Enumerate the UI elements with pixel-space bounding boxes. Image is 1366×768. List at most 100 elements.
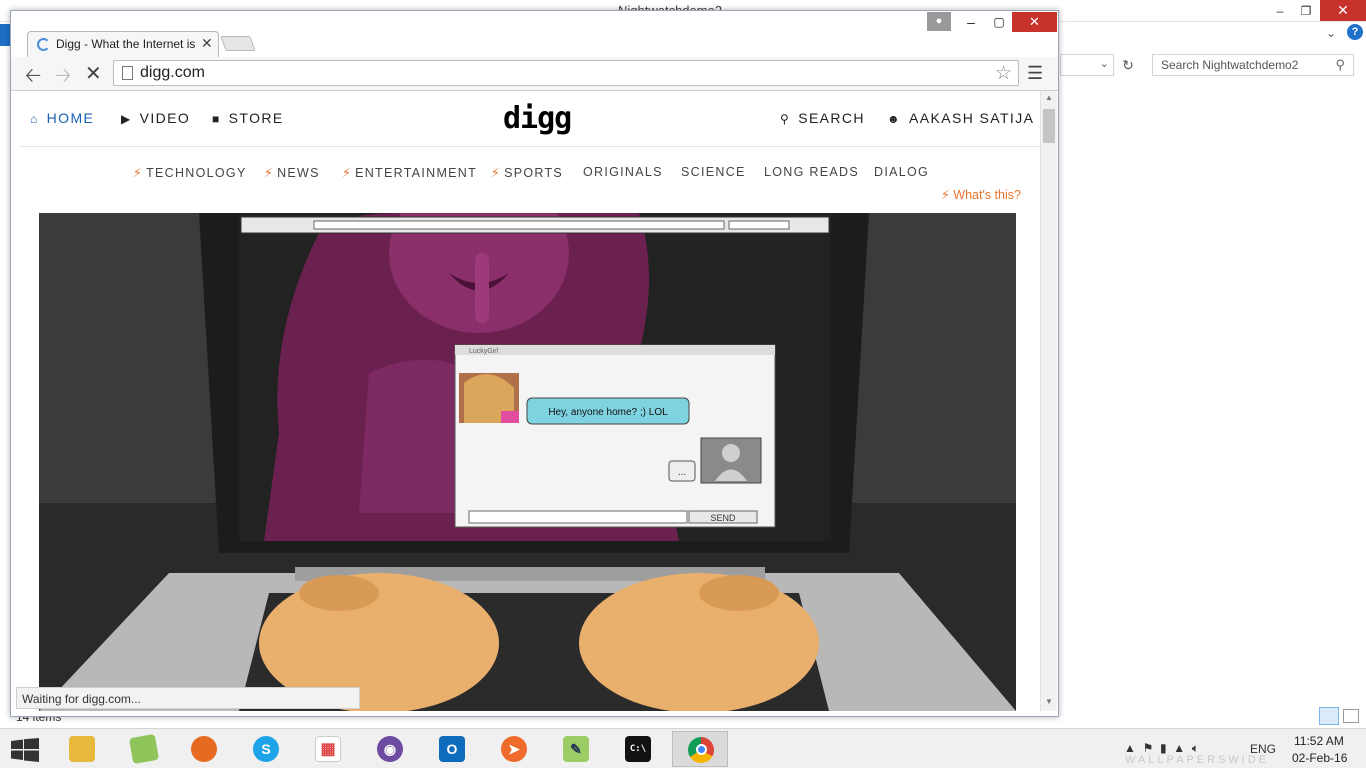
clock-time[interactable]: 11:52 AM: [1294, 734, 1344, 748]
forward-arrow-icon[interactable]: 🡢: [55, 61, 71, 95]
windows-start-icon[interactable]: [10, 738, 40, 762]
category-label: TECHNOLOGY: [146, 166, 247, 180]
network-icon[interactable]: ▲: [1173, 741, 1185, 755]
nav-user-link[interactable]: ☻ AAKASH SATIJA: [887, 110, 1034, 126]
taskbar-skype[interactable]: S: [238, 731, 294, 767]
category-news[interactable]: ⚡︎ NEWS: [264, 165, 320, 180]
profile-icon[interactable]: ●: [927, 12, 951, 31]
send-button-text: SEND: [710, 513, 736, 523]
maximize-button[interactable]: ▢: [987, 12, 1011, 32]
category-label: NEWS: [277, 166, 320, 180]
explorer-search-placeholder: Search Nightwatchdemo2: [1161, 58, 1299, 72]
notepad-icon: ✎: [563, 736, 589, 762]
chevron-down-icon[interactable]: ⌄: [1326, 26, 1336, 40]
help-icon[interactable]: ?: [1347, 24, 1363, 40]
large-icons-view-button[interactable]: [1343, 709, 1359, 723]
explorer-file-tab[interactable]: [0, 24, 10, 46]
close-button[interactable]: ✕: [1012, 12, 1057, 32]
category-label: ORIGINALS: [583, 165, 663, 179]
tab-title: Digg - What the Internet is: [56, 37, 196, 51]
nav-video-link[interactable]: ▶ VIDEO: [121, 110, 190, 126]
category-label: LONG READS: [764, 165, 859, 179]
explorer-minimize-button[interactable]: –: [1270, 0, 1290, 22]
flag-icon[interactable]: ⚑: [1143, 741, 1154, 755]
category-originals[interactable]: ORIGINALS: [583, 165, 663, 179]
category-label: SPORTS: [504, 166, 564, 180]
clock-date[interactable]: 02-Feb-16: [1292, 751, 1347, 765]
chrome-titlebar: ● – ▢ ✕ Digg - What the Internet is ✕: [11, 11, 1058, 59]
digg-logo[interactable]: digg: [503, 101, 572, 136]
category-nav: ⚡︎ TECHNOLOGY ⚡︎ NEWS ⚡︎ ENTERTAINMENT ⚡︎ SP…: [19, 165, 1040, 185]
firefox-icon: [191, 736, 217, 762]
whats-this-link[interactable]: ⚡︎ What's this?: [941, 187, 1021, 202]
category-long-reads[interactable]: LONG READS: [764, 165, 859, 179]
category-technology[interactable]: ⚡︎ TECHNOLOGY: [133, 165, 247, 180]
language-indicator[interactable]: ENG: [1250, 742, 1276, 756]
back-arrow-icon[interactable]: 🡠: [25, 61, 41, 95]
taskbar-command-prompt[interactable]: C:\: [610, 731, 666, 767]
browser-tab[interactable]: Digg - What the Internet is ✕: [27, 31, 219, 57]
nav-store-label: STORE: [228, 110, 284, 126]
outlook-icon: O: [439, 736, 465, 762]
explorer-restore-button[interactable]: ❐: [1296, 0, 1316, 22]
battery-icon[interactable]: ▮: [1160, 741, 1167, 755]
category-sports[interactable]: ⚡︎ SPORTS: [491, 165, 563, 180]
category-science[interactable]: SCIENCE: [681, 165, 746, 179]
nav-video-label: VIDEO: [139, 110, 191, 126]
chrome-menu-icon[interactable]: ☰: [1027, 63, 1043, 84]
taskbar-outlook[interactable]: O: [424, 731, 480, 767]
digg-header: ⌂ HOME ▶ VIDEO ■ STORE digg ⚲ SEARCH ☻ AAKASH…: [19, 91, 1040, 147]
taskbar-tool[interactable]: ➤: [486, 731, 542, 767]
search-icon: ⚲: [1335, 57, 1345, 72]
bookmark-star-icon[interactable]: ☆: [995, 62, 1012, 85]
minimize-button[interactable]: –: [959, 12, 983, 32]
map-icon: [128, 733, 160, 765]
scroll-thumb[interactable]: [1043, 109, 1055, 143]
url-text[interactable]: digg.com: [140, 64, 205, 82]
windows-taskbar: S ▦ ◉ O ➤ ✎ C:\ WALLPAPERSWIDE ▲ ⚑ ▮ ▲ 🔈…: [0, 728, 1366, 768]
chrome-icon: [688, 737, 714, 763]
new-tab-button[interactable]: [220, 36, 256, 51]
show-hidden-icons-icon[interactable]: ▲: [1124, 741, 1136, 755]
hero-illustration[interactable]: Hey, anyone home? ;) LOL ... SEND LuckyG…: [39, 213, 1016, 711]
loading-spinner-icon: [37, 38, 50, 51]
nav-home-link[interactable]: ⌂ HOME: [30, 110, 94, 126]
taskbar-maps[interactable]: [116, 731, 172, 767]
category-label: SCIENCE: [681, 165, 746, 179]
chat-message-text: Hey, anyone home? ;) LOL: [548, 407, 668, 418]
page-scrollbar[interactable]: ▲ ▼: [1040, 91, 1057, 711]
address-bar[interactable]: digg.com ☆: [113, 60, 1019, 86]
home-icon: ⌂: [30, 112, 39, 126]
browser-toolbar: 🡠 🡢 ✕ digg.com ☆ ☰: [11, 57, 1058, 91]
category-dialog[interactable]: DIALOG: [874, 165, 929, 179]
nav-store-link[interactable]: ■ STORE: [212, 110, 284, 126]
taskbar-notepadplusplus[interactable]: ✎: [548, 731, 604, 767]
explorer-search-input[interactable]: Search Nightwatchdemo2 ⚲: [1152, 54, 1354, 76]
cmd-icon: C:\: [625, 736, 651, 762]
details-view-button[interactable]: [1319, 707, 1339, 725]
typing-indicator: ...: [678, 467, 686, 478]
github-icon: ◉: [377, 736, 403, 762]
category-entertainment[interactable]: ⚡︎ ENTERTAINMENT: [342, 165, 477, 180]
explorer-address-dropdown[interactable]: ⌄: [1060, 54, 1114, 76]
system-tray[interactable]: ▲ ⚑ ▮ ▲ 🔈︎: [1124, 741, 1199, 756]
nav-user-label: AAKASH SATIJA: [909, 110, 1035, 126]
refresh-icon[interactable]: ↻: [1117, 54, 1139, 76]
bolt-icon: ⚡︎: [491, 166, 502, 180]
play-icon: ▶: [121, 112, 132, 126]
shopping-bag-icon: ■: [212, 112, 221, 126]
taskbar-chrome[interactable]: [672, 731, 728, 767]
tab-close-icon[interactable]: ✕: [201, 35, 213, 52]
scroll-up-arrow-icon[interactable]: ▲: [1045, 93, 1053, 102]
bolt-icon: ⚡︎: [264, 166, 275, 180]
scroll-down-arrow-icon[interactable]: ▼: [1045, 697, 1053, 706]
stop-loading-icon[interactable]: ✕: [85, 61, 102, 86]
taskbar-github[interactable]: ◉: [362, 731, 418, 767]
taskbar-apps[interactable]: ▦: [300, 731, 356, 767]
volume-icon[interactable]: 🔈︎: [1192, 741, 1199, 755]
explorer-close-button[interactable]: ✕: [1320, 0, 1366, 21]
taskbar-firefox[interactable]: [176, 731, 232, 767]
taskbar-file-explorer[interactable]: [54, 731, 110, 767]
nav-search-link[interactable]: ⚲ SEARCH: [780, 110, 865, 126]
bolt-icon: ⚡︎: [342, 166, 353, 180]
